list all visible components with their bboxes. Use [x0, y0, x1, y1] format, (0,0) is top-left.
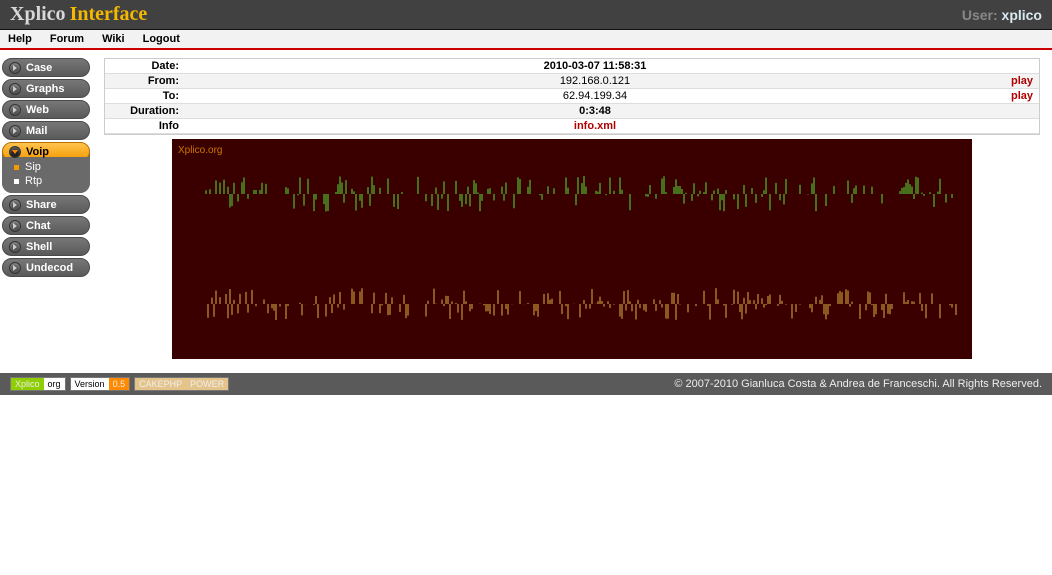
nav-help[interactable]: Help [8, 33, 32, 45]
arrow-icon [9, 199, 21, 211]
action-blank [1005, 59, 1039, 74]
sidebar-group-voip: Voip Sip Rtp [2, 142, 90, 193]
sidebar-label-mail: Mail [26, 125, 47, 137]
nav-wiki[interactable]: Wiki [102, 33, 125, 45]
badge-cakephp[interactable]: CAKEPHPPOWER [134, 377, 229, 391]
label-to: To: [105, 89, 185, 104]
label-duration: Duration: [105, 104, 185, 119]
sidebar-label-undecod: Undecod [26, 262, 73, 274]
sidebar-item-shell[interactable]: Shell [2, 237, 90, 256]
arrow-down-icon [9, 146, 21, 158]
arrow-icon [9, 241, 21, 253]
badge-cake-b: POWER [186, 378, 228, 390]
sidebar-label-shell: Shell [26, 241, 52, 253]
sidebar-item-web[interactable]: Web [2, 100, 90, 119]
arrow-icon [9, 262, 21, 274]
brand-part1: Xplico [10, 3, 66, 25]
value-date: 2010-03-07 11:58:31 [544, 60, 647, 72]
arrow-icon [9, 220, 21, 232]
sidebar-label-case: Case [26, 62, 52, 74]
header: XplicoInterface User: xplico [0, 0, 1052, 30]
row-from: From: 192.168.0.121 play [105, 74, 1039, 89]
sidebar-label-web: Web [26, 104, 49, 116]
badge-xplico-a: Xplico [11, 378, 44, 390]
value-from: 192.168.0.121 [185, 74, 1005, 89]
action-blank [1005, 104, 1039, 119]
footer-badges: Xplicoorg Version0.5 CAKEPHPPOWER [10, 377, 229, 391]
sidebar-item-chat[interactable]: Chat [2, 216, 90, 235]
play-to-link[interactable]: play [1011, 90, 1033, 102]
info-xml-link[interactable]: info.xml [574, 120, 616, 132]
sidebar-submenu-voip: Sip Rtp [2, 157, 90, 193]
arrow-icon [9, 125, 21, 137]
arrow-icon [9, 62, 21, 74]
nav-logout[interactable]: Logout [143, 33, 180, 45]
content: Date: 2010-03-07 11:58:31 From: 192.168.… [104, 58, 1052, 359]
arrow-icon [9, 83, 21, 95]
user-name: xplico [1002, 7, 1042, 23]
sidebar-item-case[interactable]: Case [2, 58, 90, 77]
sidebar-sublabel-rtp: Rtp [25, 175, 42, 187]
footer-copyright: © 2007-2010 Gianluca Costa & Andrea de F… [674, 378, 1042, 390]
sidebar-subitem-rtp[interactable]: Rtp [14, 174, 84, 188]
waveform-watermark: Xplico.org [178, 145, 222, 156]
badge-version[interactable]: Version0.5 [70, 377, 131, 391]
waveform-svg [172, 139, 972, 359]
label-date: Date: [105, 59, 185, 74]
sidebar-item-undecod[interactable]: Undecod [2, 258, 90, 277]
sidebar-subitem-sip[interactable]: Sip [14, 160, 84, 174]
brand-part2: Interface [70, 3, 148, 25]
nav-forum[interactable]: Forum [50, 33, 84, 45]
row-info: Info info.xml [105, 119, 1039, 134]
badge-version-a: Version [71, 378, 109, 390]
value-to: 62.94.199.34 [185, 89, 1005, 104]
top-nav: Help Forum Wiki Logout [0, 30, 1052, 50]
arrow-icon [9, 104, 21, 116]
sidebar-label-share: Share [26, 199, 57, 211]
row-date: Date: 2010-03-07 11:58:31 [105, 59, 1039, 74]
info-table: Date: 2010-03-07 11:58:31 From: 192.168.… [104, 58, 1040, 135]
footer: Xplicoorg Version0.5 CAKEPHPPOWER © 2007… [0, 373, 1052, 395]
value-duration: 0:3:48 [579, 105, 611, 117]
action-blank [1005, 119, 1039, 134]
row-duration: Duration: 0:3:48 [105, 104, 1039, 119]
label-info: Info [105, 119, 185, 134]
badge-xplico-b: org [44, 378, 65, 390]
user-box: User: xplico [962, 7, 1042, 23]
waveform-panel: Xplico.org [172, 139, 972, 359]
sidebar-label-chat: Chat [26, 220, 50, 232]
sidebar: Case Graphs Web Mail Voip Sip Rtp Share … [0, 58, 90, 277]
user-label: User: [962, 7, 998, 23]
badge-xplico[interactable]: Xplicoorg [10, 377, 66, 391]
badge-version-b: 0.5 [109, 378, 130, 390]
label-from: From: [105, 74, 185, 89]
sidebar-item-share[interactable]: Share [2, 195, 90, 214]
sidebar-label-graphs: Graphs [26, 83, 65, 95]
row-to: To: 62.94.199.34 play [105, 89, 1039, 104]
badge-cake-a: CAKEPHP [135, 378, 186, 390]
main: Case Graphs Web Mail Voip Sip Rtp Share … [0, 50, 1052, 359]
sidebar-item-graphs[interactable]: Graphs [2, 79, 90, 98]
sidebar-item-mail[interactable]: Mail [2, 121, 90, 140]
sidebar-label-voip: Voip [26, 146, 49, 158]
play-from-link[interactable]: play [1011, 75, 1033, 87]
brand: XplicoInterface [10, 3, 147, 26]
sidebar-sublabel-sip: Sip [25, 161, 41, 173]
